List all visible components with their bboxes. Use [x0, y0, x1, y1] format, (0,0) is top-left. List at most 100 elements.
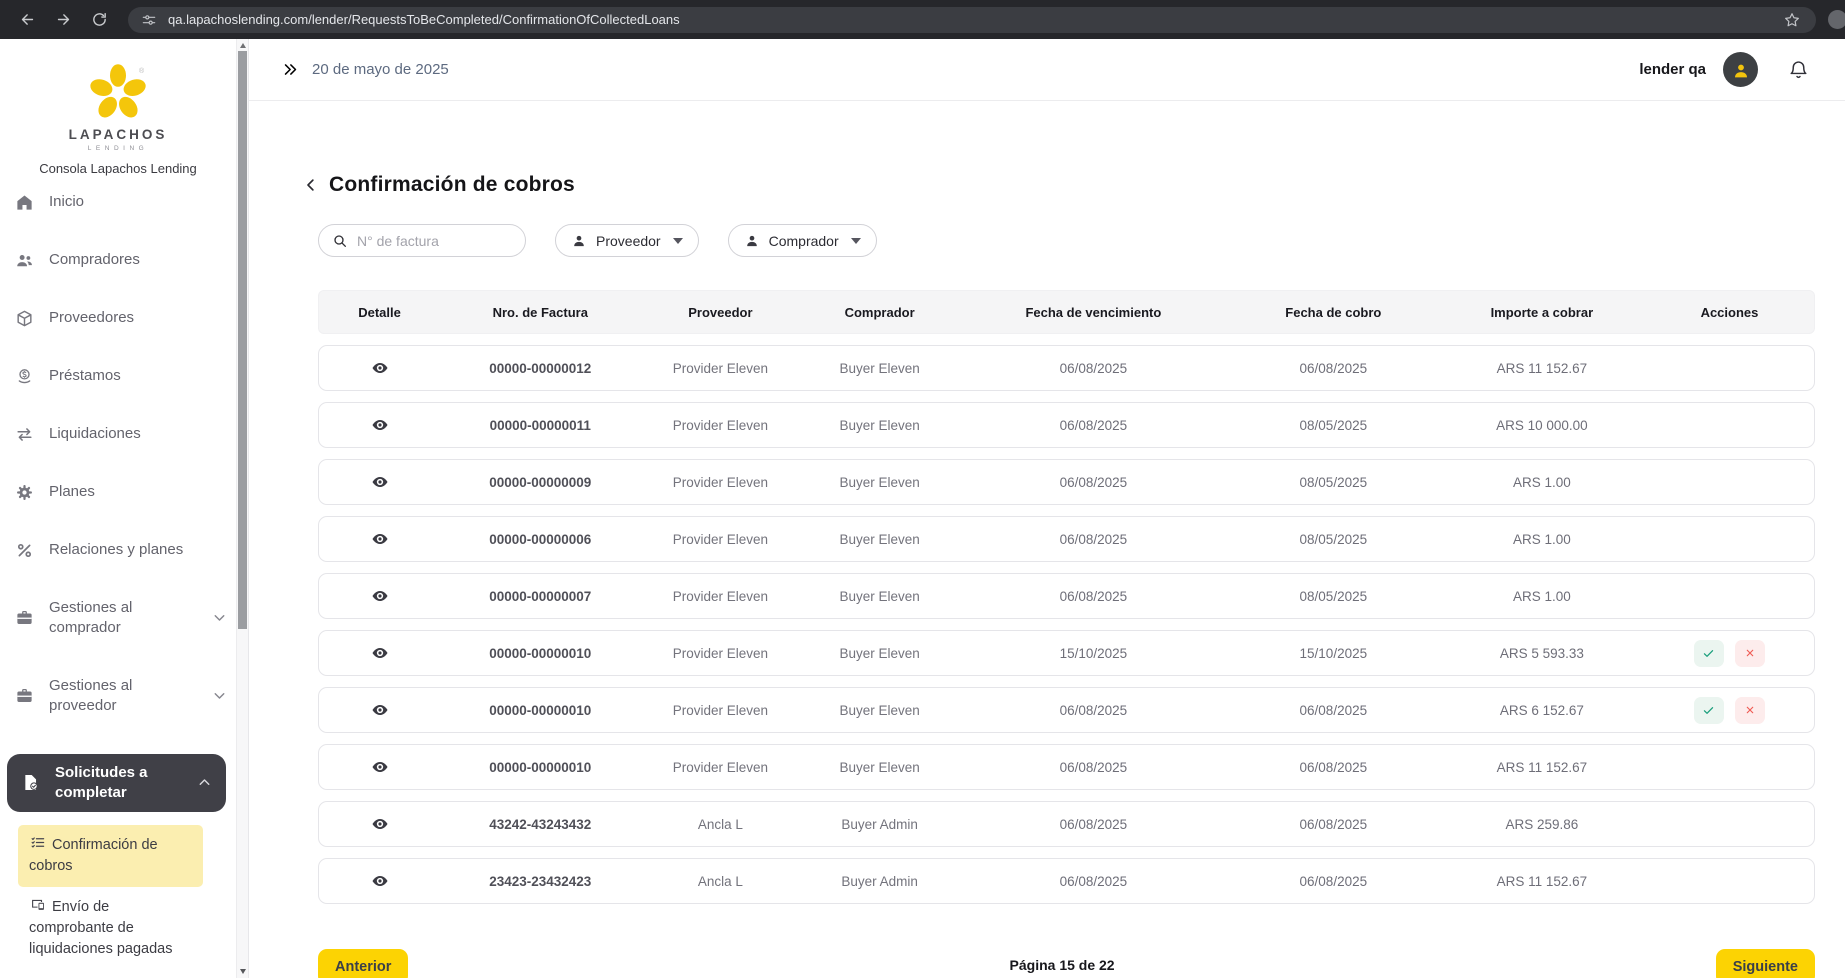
invoice-search-input[interactable]	[357, 233, 512, 249]
buyer-name: Buyer Eleven	[800, 703, 958, 718]
invoice-number: 00000-00000009	[440, 475, 640, 490]
provider-name: Ancla L	[640, 874, 800, 889]
view-detail-button[interactable]	[365, 866, 395, 896]
due-date: 06/08/2025	[959, 532, 1228, 547]
table-header-row: DetalleNro. de FacturaProveedorComprador…	[318, 290, 1815, 334]
collection-date: 15/10/2025	[1228, 646, 1439, 661]
sidebar: ® LAPACHOS LENDING Consola Lapachos Lend…	[0, 39, 236, 978]
sidebar-item-label: Planes	[49, 482, 95, 502]
due-date: 06/08/2025	[959, 361, 1228, 376]
sidebar-sub-item[interactable]: Envío de comprobante de liquidaciones pa…	[18, 887, 203, 970]
svg-text:®: ®	[139, 67, 145, 75]
bell-icon	[1787, 59, 1809, 80]
table-row: 00000-00000010Provider ElevenBuyer Eleve…	[318, 744, 1815, 790]
main-panel: Confirmación de cobros Proveedor Comprad…	[249, 101, 1845, 978]
invoice-search-field[interactable]	[318, 224, 526, 257]
collection-date: 08/05/2025	[1228, 589, 1439, 604]
sidebar-expand-button[interactable]	[282, 61, 299, 78]
star-icon	[1781, 11, 1803, 29]
eye-icon	[371, 473, 389, 491]
eye-icon	[371, 701, 389, 719]
scrollbar-thumb[interactable]	[238, 51, 247, 629]
sidebar-item[interactable]: Solicitudes a completar	[7, 754, 226, 812]
due-date: 06/08/2025	[959, 418, 1228, 433]
sidebar-item[interactable]: Relaciones y planes	[14, 540, 236, 560]
collection-date: 08/05/2025	[1228, 532, 1439, 547]
invoice-number: 00000-00000006	[440, 532, 640, 547]
sidebar-item[interactable]: Gestiones al proveedor	[14, 676, 236, 716]
previous-page-button[interactable]: Anterior	[318, 949, 408, 978]
scrollbar-up-arrow[interactable]	[240, 43, 246, 48]
next-page-button[interactable]: Siguiente	[1716, 949, 1815, 978]
confirm-collection-button[interactable]	[1694, 697, 1724, 724]
eye-icon	[371, 644, 389, 662]
bookmark-star-icon[interactable]	[1781, 9, 1803, 31]
page-scrollbar[interactable]	[236, 39, 249, 978]
eye-icon	[371, 758, 389, 776]
detail-cell	[319, 638, 440, 668]
gear-icon	[14, 482, 34, 502]
detail-cell	[319, 524, 440, 554]
reject-collection-button[interactable]	[1735, 640, 1765, 667]
sidebar-sub-list: Confirmación de cobrosEnvío de comproban…	[18, 825, 203, 978]
confirm-collection-button[interactable]	[1694, 640, 1724, 667]
view-detail-button[interactable]	[365, 752, 395, 782]
view-detail-button[interactable]	[365, 467, 395, 497]
browser-profile-icon[interactable]	[1828, 10, 1845, 29]
url-text[interactable]: qa.lapachoslending.com/lender/RequestsTo…	[168, 12, 1781, 27]
browser-back-button[interactable]	[12, 5, 42, 35]
breadcrumb: 20 de mayo de 2025	[282, 61, 449, 78]
sidebar-sub-item[interactable]: Confirmación de cobros	[18, 825, 203, 887]
view-detail-button[interactable]	[365, 353, 395, 383]
topbar: 20 de mayo de 2025 lender qa	[249, 39, 1845, 101]
provider-name: Provider Eleven	[640, 532, 800, 547]
filter-bar: Proveedor Comprador	[318, 224, 1815, 257]
due-date: 06/08/2025	[959, 589, 1228, 604]
column-header: Comprador	[800, 305, 958, 320]
sidebar-item[interactable]: Gestiones al comprador	[14, 598, 236, 638]
browser-reload-button[interactable]	[84, 5, 114, 35]
view-detail-button[interactable]	[365, 581, 395, 611]
view-detail-button[interactable]	[365, 638, 395, 668]
forward-icon	[55, 11, 72, 28]
chevron-down-icon	[211, 687, 228, 704]
provider-filter-dropdown[interactable]: Proveedor	[555, 224, 699, 257]
column-header: Proveedor	[640, 305, 800, 320]
cube-icon	[14, 308, 34, 328]
sidebar-nav: Inicio Compradores Proveedores Préstamos Liq…	[0, 192, 236, 978]
sidebar-item[interactable]: Planes	[14, 482, 236, 502]
due-date: 06/08/2025	[959, 703, 1228, 718]
address-bar[interactable]: qa.lapachoslending.com/lender/RequestsTo…	[128, 7, 1816, 33]
buyer-filter-dropdown[interactable]: Comprador	[728, 224, 877, 257]
console-label: Consola Lapachos Lending	[0, 161, 236, 176]
sidebar-sub-item[interactable]: Actualización de cuenta bancaria	[18, 970, 203, 978]
invoice-number: 00000-00000010	[440, 703, 640, 718]
view-detail-button[interactable]	[365, 410, 395, 440]
sidebar-item[interactable]: Liquidaciones	[14, 424, 236, 444]
view-detail-button[interactable]	[365, 524, 395, 554]
due-date: 06/08/2025	[959, 817, 1228, 832]
invoice-number: 00000-00000012	[440, 361, 640, 376]
sidebar-item[interactable]: Inicio	[14, 192, 236, 212]
invoice-number: 23423-23432423	[440, 874, 640, 889]
caret-down-icon	[673, 238, 683, 244]
scrollbar-down-arrow[interactable]	[240, 969, 246, 974]
sidebar-item-label: Relaciones y planes	[49, 540, 183, 560]
notifications-bell-icon[interactable]	[1787, 59, 1809, 81]
back-button[interactable]	[302, 176, 320, 194]
collection-date: 06/08/2025	[1228, 874, 1439, 889]
reject-collection-button[interactable]	[1735, 697, 1765, 724]
sidebar-item[interactable]: Préstamos	[14, 366, 236, 386]
sidebar-item[interactable]: Proveedores	[14, 308, 236, 328]
view-detail-button[interactable]	[365, 809, 395, 839]
sidebar-item[interactable]: Compradores	[14, 250, 236, 270]
back-icon	[19, 11, 36, 28]
browser-forward-button[interactable]	[48, 5, 78, 35]
view-detail-button[interactable]	[365, 695, 395, 725]
site-settings-icon[interactable]	[141, 12, 157, 28]
current-date: 20 de mayo de 2025	[312, 61, 449, 78]
page-info: Página 15 de 22	[408, 949, 1715, 973]
collection-date: 08/05/2025	[1228, 475, 1439, 490]
avatar[interactable]	[1723, 52, 1758, 87]
column-header: Fecha de vencimiento	[959, 305, 1228, 320]
